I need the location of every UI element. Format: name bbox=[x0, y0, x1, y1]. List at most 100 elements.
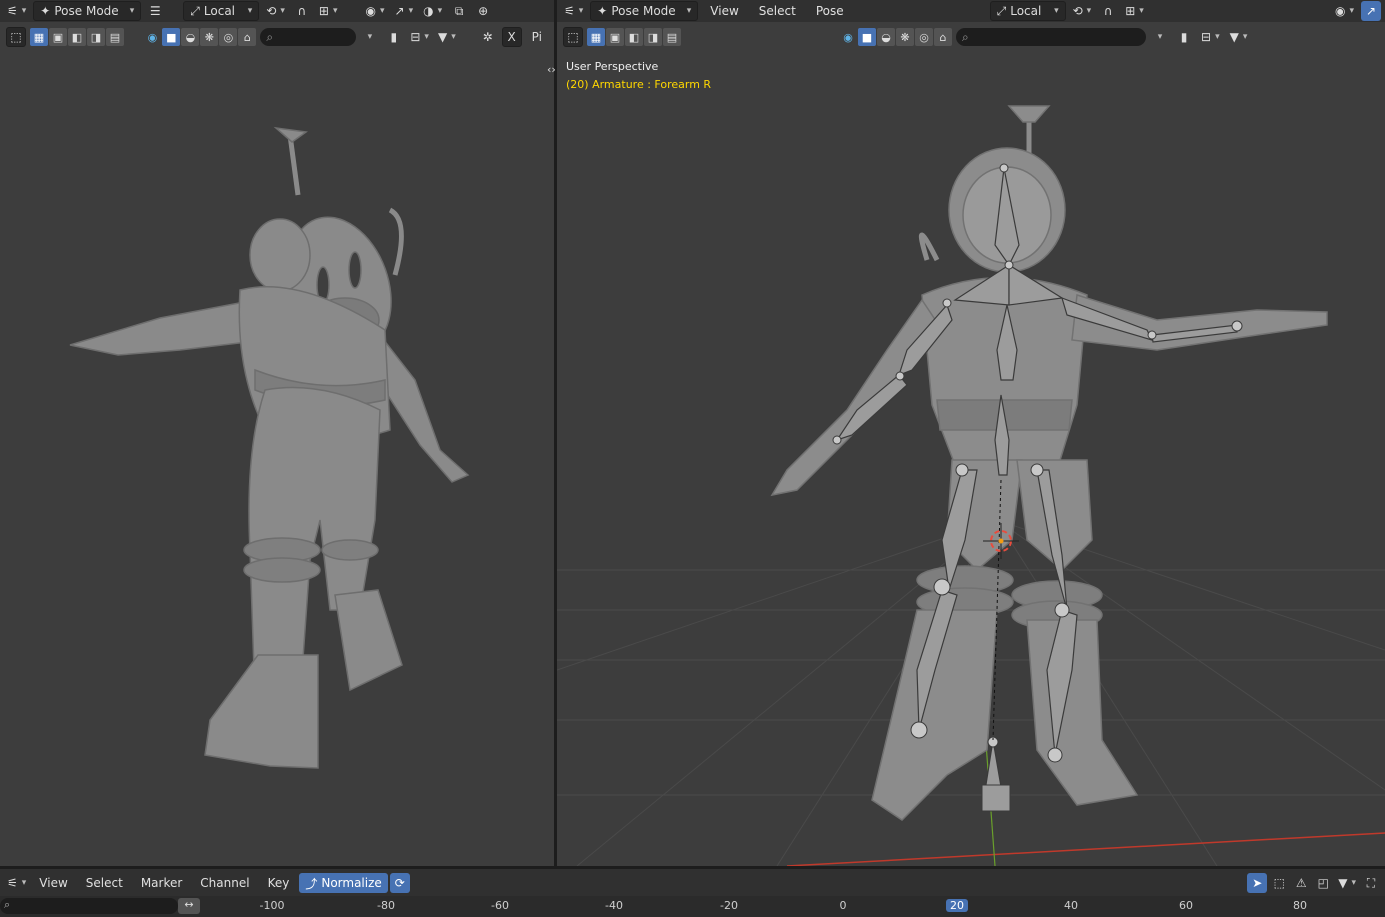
snap-icon: ⊞ bbox=[1125, 4, 1136, 18]
world-icon[interactable]: ◎ bbox=[915, 28, 933, 46]
particles-icon[interactable]: ❋ bbox=[200, 28, 219, 46]
graph-editor-area[interactable]: ⚟ ▾ View Select Marker Channel Key ⤴ Norm… bbox=[0, 869, 1385, 917]
orientation-dropdown[interactable]: ⤢ Local ▾ bbox=[183, 1, 260, 21]
select-intersect-icon[interactable]: ▤ bbox=[663, 28, 681, 46]
resize-arrows-icon[interactable]: ‹› bbox=[547, 63, 556, 76]
world-icon[interactable]: ◎ bbox=[219, 28, 238, 46]
select-tool-button[interactable]: ⬚ bbox=[6, 27, 26, 47]
menu-channel[interactable]: Channel bbox=[192, 876, 257, 890]
mode-dropdown[interactable]: ✦ Pose Mode ▾ bbox=[33, 1, 142, 21]
auto-normalize-button[interactable]: ⟳ bbox=[389, 873, 410, 893]
layout-button[interactable]: ⊟ ▾ bbox=[408, 27, 432, 47]
close-x-button[interactable]: X bbox=[501, 27, 522, 47]
channel-search-input[interactable]: ⌕ bbox=[0, 898, 178, 914]
menu-pose[interactable]: Pose bbox=[808, 4, 852, 18]
search-dropdown[interactable]: ▾ bbox=[360, 27, 380, 47]
menu-marker[interactable]: Marker bbox=[133, 876, 190, 890]
solid-icon[interactable]: ■ bbox=[162, 28, 181, 46]
pivot-button[interactable]: ⟲ ▾ bbox=[1070, 1, 1095, 21]
frame-ruler[interactable]: ⌕ ↔ -100 -80 -60 -40 -20 0 20 40 60 80 bbox=[0, 896, 1385, 917]
layout-button[interactable]: ⊟ ▾ bbox=[1198, 27, 1223, 47]
select-subtract-icon[interactable]: ◧ bbox=[625, 28, 643, 46]
right-model-view[interactable] bbox=[557, 50, 1385, 866]
editor-type-button[interactable]: ⚟ ▾ bbox=[4, 873, 29, 893]
pivot-icon: ⟲ bbox=[1072, 4, 1083, 18]
shading-button[interactable]: ⊕ bbox=[473, 1, 493, 21]
bookmark-button[interactable]: ▮ bbox=[384, 27, 404, 47]
only-selected-toggle[interactable]: ➤ bbox=[1247, 873, 1268, 893]
menu-view[interactable]: View bbox=[31, 876, 75, 890]
chevron-down-icon: ▾ bbox=[1349, 6, 1354, 16]
select-new-icon[interactable]: ▦ bbox=[587, 28, 605, 46]
select-new-icon[interactable]: ▦ bbox=[30, 28, 48, 46]
color-wheel-icon[interactable]: ◉ bbox=[143, 28, 161, 46]
render-icon[interactable]: ⌂ bbox=[934, 28, 952, 46]
mode-dropdown[interactable]: ✦ Pose Mode ▾ bbox=[590, 1, 699, 21]
select-intersect-icon[interactable]: ▤ bbox=[106, 28, 124, 46]
color-wheel-icon[interactable]: ◉ bbox=[839, 28, 857, 46]
select-extend-icon[interactable]: ▣ bbox=[606, 28, 624, 46]
trailing-label[interactable]: Pi bbox=[526, 27, 548, 47]
current-frame-indicator[interactable]: 20 bbox=[946, 899, 968, 912]
cursor-icon: ⬚ bbox=[567, 30, 579, 44]
orientation-dropdown[interactable]: ⤢ Local ▾ bbox=[989, 1, 1066, 21]
show-hidden-toggle[interactable]: ⬚ bbox=[1269, 873, 1289, 893]
xray-button[interactable]: ⧉ bbox=[449, 1, 469, 21]
select-extend-icon[interactable]: ▣ bbox=[49, 28, 67, 46]
solid-icon[interactable]: ■ bbox=[858, 28, 876, 46]
magnet-icon: ∩ bbox=[297, 4, 307, 18]
swap-button[interactable]: ↔ bbox=[178, 898, 200, 914]
right-tool-header: ⬚ ▦ ▣ ◧ ◨ ▤ ◉ ■ ◒ ❋ ◎ ⌂ ⌕ ▾ ▮ ⊟ ▾ ▼ ▾ bbox=[557, 24, 1385, 50]
pivot-button[interactable]: ⟲ ▾ bbox=[263, 1, 288, 21]
select-difference-icon[interactable]: ◨ bbox=[644, 28, 662, 46]
menu-view[interactable]: View bbox=[702, 4, 746, 18]
snap-settings[interactable]: ⊞ ▾ bbox=[1122, 1, 1147, 21]
select-difference-icon[interactable]: ◨ bbox=[87, 28, 105, 46]
material-icon[interactable]: ◒ bbox=[877, 28, 895, 46]
normalize-toggle[interactable]: ⤴ Normalize bbox=[299, 873, 388, 893]
gizmo-toggle[interactable]: ↗ bbox=[1361, 1, 1381, 21]
tool-search-input[interactable]: ⌕ bbox=[956, 28, 1146, 46]
frame-tick: -80 bbox=[377, 899, 395, 912]
only-errors-toggle[interactable]: ⚠ bbox=[1291, 873, 1311, 893]
gizmo-button[interactable]: ↗ ▾ bbox=[392, 1, 417, 21]
material-icon[interactable]: ◒ bbox=[181, 28, 200, 46]
menu-select[interactable]: Select bbox=[78, 876, 131, 890]
editor-type-button[interactable]: ⚟ ▾ bbox=[4, 1, 29, 21]
filter-button[interactable]: ▼ ▾ bbox=[1227, 27, 1251, 47]
left-viewport[interactable]: ⚟ ▾ ✦ Pose Mode ▾ ☰ ⤢ Local ▾ ⟲ ▾ ∩ ⊞ ▾ ◉ ▾ … bbox=[0, 0, 554, 866]
select-subtract-icon[interactable]: ◧ bbox=[68, 28, 86, 46]
graph-editor-icon: ⚟ bbox=[7, 4, 18, 18]
visibility-button[interactable]: ◉ ▾ bbox=[1332, 1, 1357, 21]
particles-icon[interactable]: ❋ bbox=[896, 28, 914, 46]
visibility-button[interactable]: ◉ ▾ bbox=[362, 1, 387, 21]
fcurve-toggle[interactable]: ◰ bbox=[1313, 873, 1333, 893]
menu-key[interactable]: Key bbox=[260, 876, 298, 890]
menu-select[interactable]: Select bbox=[751, 4, 804, 18]
right-viewport[interactable]: ⚟ ▾ ✦ Pose Mode ▾ View Select Pose ⤢ Loca… bbox=[557, 0, 1385, 866]
refresh-icon: ⟳ bbox=[394, 876, 405, 890]
snap-toggle[interactable]: ∩ bbox=[1098, 1, 1118, 21]
tool-search-input[interactable]: ⌕ bbox=[260, 28, 356, 46]
left-tool-header: ⬚ ▦ ▣ ◧ ◨ ▤ ◉ ■ ◒ ❋ ◎ ⌂ ⌕ ▾ ▮ ⊟ ▾ ▼ ▾ ✲ X … bbox=[0, 24, 554, 50]
menu-icon[interactable]: ☰ bbox=[145, 1, 165, 21]
right-viewport-header: ⚟ ▾ ✦ Pose Mode ▾ View Select Pose ⤢ Loca… bbox=[557, 0, 1385, 22]
search-dropdown[interactable]: ▾ bbox=[1150, 27, 1170, 47]
select-tool-button[interactable]: ⬚ bbox=[563, 27, 583, 47]
frame-tick: 80 bbox=[1293, 899, 1307, 912]
left-model-view[interactable] bbox=[0, 50, 554, 866]
overlay-button[interactable]: ◑ ▾ bbox=[420, 1, 445, 21]
overlay-icon: ◑ bbox=[423, 4, 434, 18]
filter-button[interactable]: ▼ ▾ bbox=[435, 27, 458, 47]
fullscreen-button[interactable]: ⛶ bbox=[1361, 873, 1381, 893]
orientation-label: Local bbox=[203, 4, 236, 18]
filter-button[interactable]: ▼ ▾ bbox=[1335, 873, 1359, 893]
snap-settings[interactable]: ⊞ ▾ bbox=[316, 1, 341, 21]
editor-type-button[interactable]: ⚟ ▾ bbox=[561, 1, 586, 21]
eye-icon: ◉ bbox=[365, 4, 376, 18]
chevron-down-icon: ▾ bbox=[1086, 6, 1092, 16]
bookmark-button[interactable]: ▮ bbox=[1174, 27, 1194, 47]
constraint-icon[interactable]: ✲ bbox=[478, 27, 498, 47]
render-icon[interactable]: ⌂ bbox=[238, 28, 257, 46]
snap-toggle[interactable]: ∩ bbox=[292, 1, 312, 21]
